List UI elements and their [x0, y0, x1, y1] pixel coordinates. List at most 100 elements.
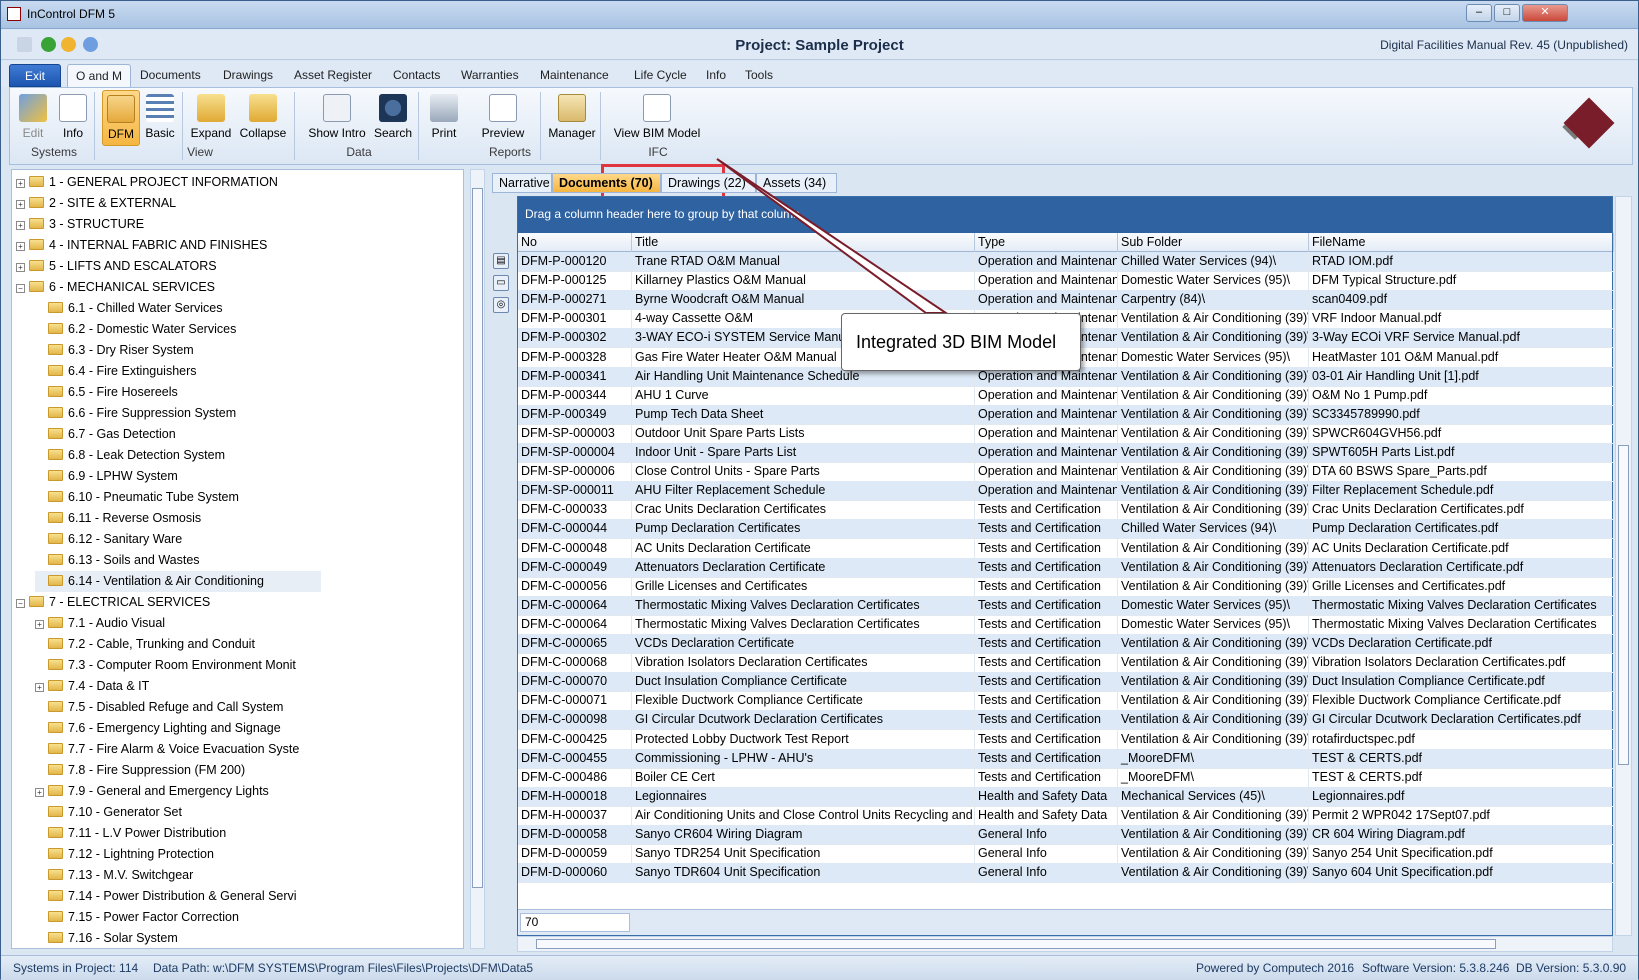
table-row[interactable]: DFM-P-000349 Pump Tech Data Sheet Operatio… — [518, 404, 1614, 425]
manager-button[interactable]: Manager — [546, 90, 598, 146]
expand-toggle-icon[interactable]: − — [16, 599, 25, 608]
table-row[interactable]: DFM-H-000018 Legionnaires Health and Safet… — [518, 786, 1614, 807]
dfm-view-button[interactable]: DFM — [102, 90, 140, 146]
column-header[interactable]: No — [518, 233, 632, 252]
column-header[interactable]: Type — [975, 233, 1118, 252]
tree-node[interactable]: 7.13 - M.V. Switchgear — [35, 865, 321, 886]
preview-button[interactable]: Preview — [478, 90, 528, 146]
info-button[interactable]: Info — [56, 90, 90, 146]
tree-node[interactable]: +3 - STRUCTURE — [16, 214, 446, 235]
table-row[interactable]: DFM-C-000064 Thermostatic Mixing Valves D… — [518, 595, 1614, 616]
tree-node[interactable]: 6.6 - Fire Suppression System — [35, 403, 321, 424]
tree-node[interactable]: +4 - INTERNAL FABRIC AND FINISHES — [16, 235, 446, 256]
group-panel[interactable]: Drag a column header here to group by th… — [518, 197, 1612, 233]
tree-node[interactable]: +2 - SITE & EXTERNAL — [16, 193, 446, 214]
tree-node[interactable]: 6.7 - Gas Detection — [35, 424, 321, 445]
tree-node[interactable]: 7.2 - Cable, Trunking and Conduit — [35, 634, 321, 655]
table-row[interactable]: DFM-C-000486 Boiler CE Cert Tests and Cert… — [518, 767, 1614, 788]
tree-node[interactable]: 7.3 - Computer Room Environment Monit — [35, 655, 321, 676]
tab-o-and-m[interactable]: O and M — [67, 64, 132, 87]
tree-node[interactable]: 7.6 - Emergency Lighting and Signage — [35, 718, 321, 739]
table-row[interactable]: DFM-C-000455 Commissioning - LPHW - AHU's… — [518, 748, 1614, 769]
table-row[interactable]: DFM-C-000065 VCDs Declaration Certificate… — [518, 634, 1614, 654]
column-header[interactable]: Sub Folder — [1118, 233, 1309, 252]
grid-vertical-scrollbar[interactable] — [1615, 196, 1632, 936]
tree-node[interactable]: 7.11 - L.V Power Distribution — [35, 823, 321, 844]
print-button[interactable]: Print — [424, 90, 464, 146]
tab-contacts[interactable]: Contacts — [385, 64, 448, 87]
tree-node[interactable]: +5 - LIFTS AND ESCALATORS — [16, 256, 446, 277]
table-row[interactable]: DFM-C-000425 Protected Lobby Ductwork Tes… — [518, 729, 1614, 750]
tree-node[interactable]: − 7 - ELECTRICAL SERVICES — [16, 592, 446, 613]
expand-toggle-icon[interactable]: + — [16, 179, 25, 188]
expand-toggle-icon[interactable]: + — [35, 620, 44, 629]
table-row[interactable]: DFM-P-000271 Byrne Woodcraft O&M Manual Op… — [518, 290, 1614, 311]
table-row[interactable]: DFM-C-000098 GI Circular Dcutwork Declara… — [518, 710, 1614, 731]
tree-node[interactable]: 6.9 - LPHW System — [35, 466, 321, 487]
show-intro-button[interactable]: Show Intro — [304, 90, 370, 146]
tree-node[interactable]: 7.16 - Solar System — [35, 928, 321, 948]
table-row[interactable]: DFM-C-000044 Pump Declaration Certificate… — [518, 519, 1614, 540]
table-row[interactable]: DFM-C-000071 Flexible Ductwork Compliance… — [518, 691, 1614, 712]
tab-drawings-list[interactable]: Drawings (22) — [661, 173, 756, 193]
tab-documents[interactable]: Documents — [132, 64, 209, 87]
table-row[interactable]: DFM-P-000125 Killarney Plastics O&M Manua… — [518, 271, 1614, 292]
tab-maintenance[interactable]: Maintenance — [532, 64, 617, 87]
column-header[interactable]: Title — [632, 233, 975, 252]
tree-node[interactable]: 6.14 - Ventilation & Air Conditioning — [35, 571, 321, 592]
edit-button[interactable]: Edit — [14, 90, 52, 146]
expand-toggle-icon[interactable]: − — [16, 284, 25, 293]
expand-toggle-icon[interactable]: + — [16, 263, 25, 272]
table-row[interactable]: DFM-D-000058 Sanyo CR604 Wiring Diagram Ge… — [518, 825, 1614, 845]
table-row[interactable]: DFM-C-000070 Duct Insulation Compliance C… — [518, 672, 1614, 693]
tab-tools[interactable]: Tools — [737, 64, 781, 87]
tree-scrollbar[interactable] — [470, 169, 485, 949]
tree-node[interactable]: 6.5 - Fire Hosereels — [35, 382, 321, 403]
tree-node[interactable]: 6.12 - Sanitary Ware — [35, 529, 321, 550]
open-folder-icon[interactable]: ▭ — [493, 275, 509, 291]
tree-node[interactable]: 6.13 - Soils and Wastes — [35, 550, 321, 571]
grid-horizontal-scrollbar[interactable] — [517, 936, 1613, 952]
table-row[interactable]: DFM-SP-000004 Indoor Unit - Spare Parts L… — [518, 443, 1614, 463]
table-row[interactable]: DFM-D-000059 Sanyo TDR254 Unit Specificat… — [518, 844, 1614, 865]
close-button[interactable]: ✕ — [1522, 4, 1568, 22]
tree-node[interactable]: − 6 - MECHANICAL SERVICES — [16, 277, 446, 298]
expand-toggle-icon[interactable]: + — [35, 683, 44, 692]
tree-node[interactable]: 7.7 - Fire Alarm & Voice Evacuation Syst… — [35, 739, 321, 760]
tree-node[interactable]: 6.11 - Reverse Osmosis — [35, 508, 321, 529]
search-button[interactable]: Search — [372, 90, 414, 146]
table-row[interactable]: DFM-C-000064 Thermostatic Mixing Valves D… — [518, 614, 1614, 635]
tree-node[interactable]: +7.1 - Audio Visual — [35, 613, 321, 634]
tab-life-cycle[interactable]: Life Cycle — [626, 64, 695, 87]
table-row[interactable]: DFM-P-000344 AHU 1 Curve Operation and Mai… — [518, 385, 1614, 406]
tree-node[interactable]: 6.3 - Dry Riser System — [35, 340, 321, 361]
scroll-thumb[interactable] — [536, 939, 1496, 949]
maximize-button[interactable]: □ — [1494, 4, 1520, 22]
table-row[interactable]: DFM-D-000060 Sanyo TDR604 Unit Specificat… — [518, 863, 1614, 884]
find-icon[interactable]: ◎ — [493, 297, 509, 313]
table-row[interactable]: DFM-SP-000003 Outdoor Unit Spare Parts Li… — [518, 423, 1614, 444]
basic-view-button[interactable]: Basic — [142, 90, 178, 146]
table-row[interactable]: DFM-H-000037 Air Conditioning Units and C… — [518, 805, 1614, 826]
tree-node[interactable]: 6.10 - Pneumatic Tube System — [35, 487, 321, 508]
tab-drawings[interactable]: Drawings — [215, 64, 281, 87]
table-row[interactable]: DFM-C-000033 Crac Units Declaration Certi… — [518, 500, 1614, 521]
tree-node[interactable]: 7.5 - Disabled Refuge and Call System — [35, 697, 321, 718]
expand-toggle-icon[interactable]: + — [35, 788, 44, 797]
table-row[interactable]: DFM-P-000120 Trane RTAD O&M Manual Operati… — [518, 252, 1614, 272]
table-row[interactable]: DFM-SP-000011 AHU Filter Replacement Sche… — [518, 481, 1614, 502]
tree-node[interactable]: 6.4 - Fire Extinguishers — [35, 361, 321, 382]
table-row[interactable]: DFM-C-000056 Grille Licenses and Certific… — [518, 576, 1614, 597]
tree-node[interactable]: +1 - GENERAL PROJECT INFORMATION — [16, 172, 446, 193]
tree-node[interactable]: +7.4 - Data & IT — [35, 676, 321, 697]
expand-toggle-icon[interactable]: + — [16, 221, 25, 230]
minimize-button[interactable]: – — [1466, 4, 1492, 22]
tree-node[interactable]: 7.12 - Lightning Protection — [35, 844, 321, 865]
tree-node[interactable]: 6.8 - Leak Detection System — [35, 445, 321, 466]
tree-node[interactable]: 6.1 - Chilled Water Services — [35, 298, 321, 319]
tab-assets-list[interactable]: Assets (34) — [756, 173, 837, 193]
tree-node[interactable]: 7.14 - Power Distribution & General Serv… — [35, 886, 321, 907]
tree-node[interactable]: +7.9 - General and Emergency Lights — [35, 781, 321, 802]
table-row[interactable]: DFM-SP-000006 Close Control Units - Spare… — [518, 462, 1614, 483]
tab-asset-register[interactable]: Asset Register — [286, 64, 380, 87]
